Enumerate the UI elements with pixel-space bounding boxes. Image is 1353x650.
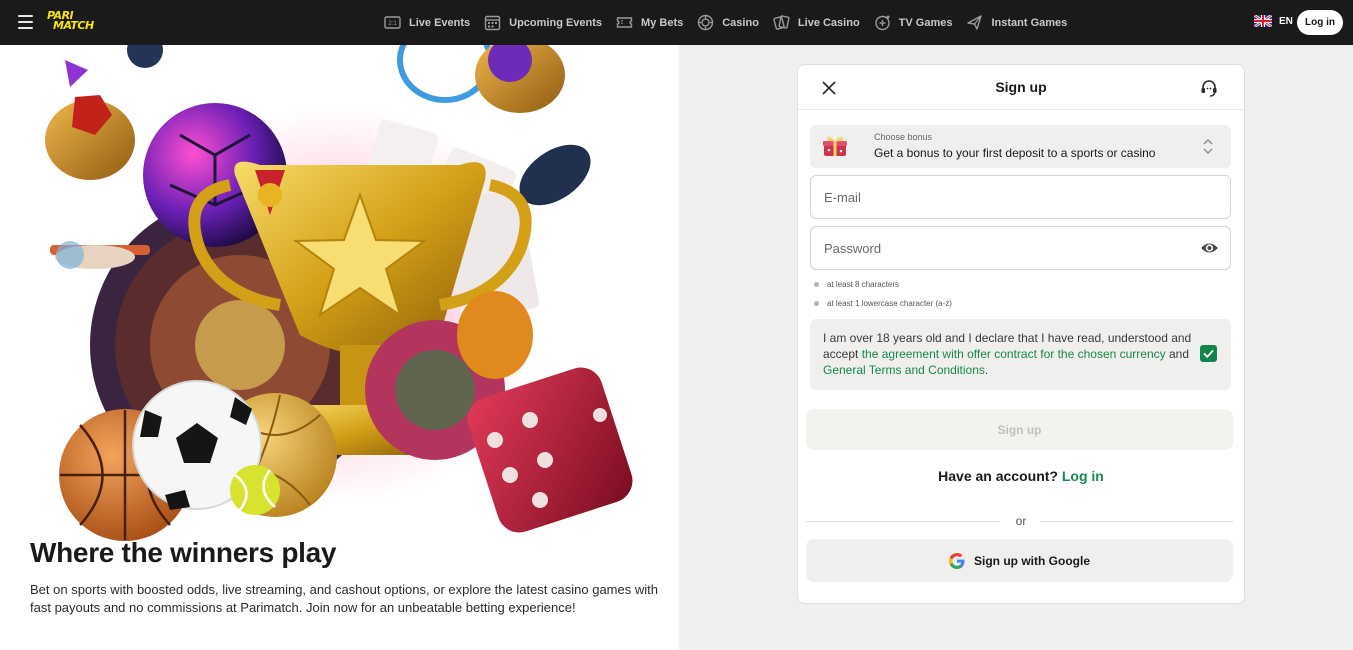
svg-text:2:1: 2:1 xyxy=(388,21,397,27)
password-rule: at least 8 characters xyxy=(814,280,899,289)
nav-label: TV Games xyxy=(898,16,953,29)
parimatch-logo[interactable]: PARI MATCH xyxy=(47,10,111,35)
signup-card: Sign up Choose bonus Get a bonus to your… xyxy=(797,64,1245,604)
promo-description: Bet on sports with boosted odds, live st… xyxy=(30,582,658,615)
nav-casino[interactable]: Casino xyxy=(697,0,759,45)
nav-upcoming-events[interactable]: Upcoming Events xyxy=(484,0,602,45)
rule-bullet xyxy=(814,301,819,306)
google-icon xyxy=(949,552,965,569)
agreement-suffix: . xyxy=(984,363,989,377)
google-button-label: Sign up with Google xyxy=(974,553,1090,568)
bonus-selected-value: Get a bonus to your first deposit to a s… xyxy=(874,146,1156,160)
password-field[interactable] xyxy=(811,227,1230,269)
nav-label: Live Casino xyxy=(797,16,860,29)
nav-live-casino[interactable]: Live Casino xyxy=(773,0,860,45)
support-headset-icon[interactable] xyxy=(1199,78,1219,98)
divider-right xyxy=(1040,521,1233,522)
login-link[interactable]: Log in xyxy=(1062,468,1104,484)
hero-illustration xyxy=(45,45,633,541)
language-switcher[interactable]: EN xyxy=(1254,15,1293,27)
rule-text: at least 1 lowercase character (a-z) xyxy=(827,299,952,308)
rule-text: at least 8 characters xyxy=(827,280,900,289)
nav-label: My Bets xyxy=(641,16,684,29)
nav-label: Instant Games xyxy=(991,16,1068,29)
eye-icon[interactable] xyxy=(1200,240,1219,256)
gift-icon xyxy=(823,136,847,156)
casino-chip-icon xyxy=(698,14,714,31)
calendar-icon xyxy=(484,15,501,31)
signup-submit-button[interactable]: Sign up xyxy=(806,409,1233,450)
email-field[interactable] xyxy=(811,176,1230,218)
live-events-icon: 2:1 xyxy=(384,16,401,29)
nav-label: Live Events xyxy=(409,16,471,29)
agreement-and: and xyxy=(1165,347,1189,361)
signup-header: Sign up xyxy=(798,65,1244,110)
nav-my-bets[interactable]: My Bets xyxy=(616,0,683,45)
nav-live-events[interactable]: 2:1 Live Events xyxy=(384,0,470,45)
agreement-checkbox[interactable] xyxy=(1200,345,1217,362)
nav-instant-games[interactable]: Instant Games xyxy=(966,0,1067,45)
ticket-icon xyxy=(616,17,633,28)
plane-icon xyxy=(967,15,983,30)
have-account-text: Have an account? xyxy=(938,468,1058,484)
nav-tv-games[interactable]: TV Games xyxy=(874,0,953,45)
terms-link[interactable]: General Terms and Conditions xyxy=(823,363,985,377)
nav-label: Casino xyxy=(722,16,759,29)
cards-icon xyxy=(773,15,790,30)
main-nav: 2:1 Live Events Upcoming Events My Bets … xyxy=(384,0,1081,45)
promo-section: Where the winners play Bet on sports wit… xyxy=(0,45,679,650)
checkmark-icon xyxy=(1203,349,1214,359)
email-field-wrapper xyxy=(810,175,1231,219)
uk-flag-icon xyxy=(1254,15,1272,27)
nav-label: Upcoming Events xyxy=(509,16,603,29)
top-bar: PARI MATCH 2:1 Live Events Upcoming Even… xyxy=(0,0,1353,45)
promo-title: Where the winners play xyxy=(30,537,337,568)
agreement-box: I am over 18 years old and I declare tha… xyxy=(810,319,1231,390)
language-label: EN xyxy=(1279,15,1293,27)
rule-bullet xyxy=(814,282,819,287)
offer-contract-link[interactable]: the agreement with offer contract for th… xyxy=(862,347,1166,361)
tv-games-icon xyxy=(874,15,890,31)
bonus-selector[interactable]: Choose bonus Get a bonus to your first d… xyxy=(810,125,1231,168)
agreement-text: I am over 18 years old and I declare tha… xyxy=(823,330,1198,378)
signup-title: Sign up xyxy=(995,79,1047,95)
password-rule: at least 1 lowercase character (a-z) xyxy=(814,299,952,308)
have-account-row: Have an account? Log in xyxy=(798,468,1244,484)
menu-icon[interactable] xyxy=(18,15,33,29)
logo-text-bottom: MATCH xyxy=(53,19,94,32)
header-login-button[interactable]: Log in xyxy=(1297,10,1343,35)
google-signup-button[interactable]: Sign up with Google xyxy=(806,539,1233,582)
chevron-updown-icon xyxy=(1203,139,1213,154)
password-field-wrapper xyxy=(810,226,1231,270)
bonus-caption: Choose bonus xyxy=(874,132,933,142)
